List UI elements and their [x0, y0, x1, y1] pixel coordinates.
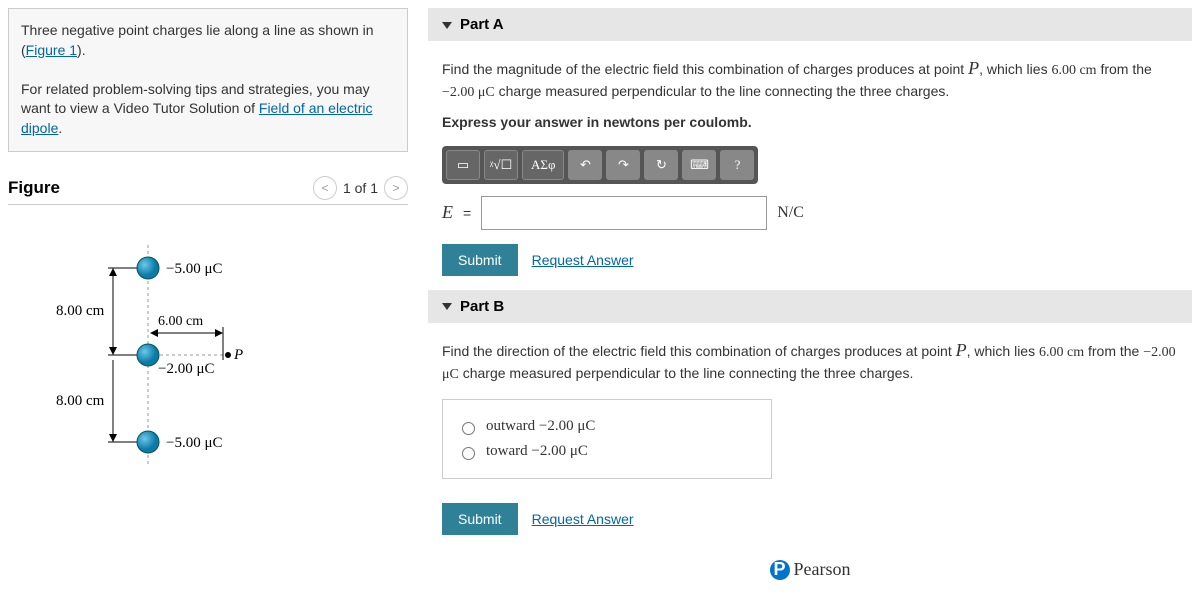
part-b-question: Find the direction of the electric field…	[442, 337, 1178, 386]
greek-tool[interactable]: ΑΣφ	[522, 150, 564, 180]
figure-next[interactable]: >	[384, 176, 408, 200]
footer: PPearson	[428, 549, 1192, 590]
request-answer-link[interactable]: Request Answer	[532, 252, 634, 268]
svg-text:8.00 cm: 8.00 cm	[56, 303, 105, 319]
option-toward[interactable]: toward −2.00 μC	[457, 439, 757, 464]
figure-counter: 1 of 1	[343, 180, 378, 196]
svg-text:−5.00 μC: −5.00 μC	[166, 261, 223, 277]
figure-link[interactable]: Figure 1	[26, 42, 77, 58]
equation-toolbar: ▭ ᵡ√☐ ΑΣφ ↶ ↷ ↻ ⌨ ?	[442, 146, 758, 184]
reset-tool[interactable]: ↻	[644, 150, 678, 180]
svg-text:6.00 cm: 6.00 cm	[158, 314, 203, 329]
submit-button[interactable]: Submit	[442, 244, 518, 276]
svg-text:−2.00 μC: −2.00 μC	[158, 361, 215, 377]
part-a-header[interactable]: Part A	[428, 8, 1192, 41]
figure-title: Figure	[8, 178, 60, 198]
answer-input[interactable]	[481, 196, 767, 230]
answer-unit: N/C	[777, 204, 804, 222]
svg-text:P: P	[233, 347, 243, 363]
help-tool[interactable]: ?	[720, 150, 754, 180]
svg-text:−5.00 μC: −5.00 μC	[166, 435, 223, 451]
collapse-icon	[442, 22, 452, 29]
pearson-logo-icon: P	[770, 560, 790, 580]
part-a-instructions: Express your answer in newtons per coulo…	[442, 114, 1178, 130]
part-a-question: Find the magnitude of the electric field…	[442, 55, 1178, 104]
keyboard-tool[interactable]: ⌨	[682, 150, 716, 180]
template-tool[interactable]: ▭	[446, 150, 480, 180]
sqrt-tool[interactable]: ᵡ√☐	[484, 150, 518, 180]
collapse-icon	[442, 303, 452, 310]
figure-prev[interactable]: <	[313, 176, 337, 200]
answer-variable: E	[442, 202, 453, 223]
radio-toward[interactable]	[462, 447, 475, 460]
figure-diagram: −5.00 μC −2.00 μC −5.00 μC 8.00 cm 8.00 …	[8, 225, 408, 485]
problem-intro: Three negative point charges lie along a…	[8, 8, 408, 152]
svg-text:8.00 cm: 8.00 cm	[56, 393, 105, 409]
redo-tool[interactable]: ↷	[606, 150, 640, 180]
radio-outward[interactable]	[462, 422, 475, 435]
request-answer-link[interactable]: Request Answer	[532, 511, 634, 527]
submit-button[interactable]: Submit	[442, 503, 518, 535]
undo-tool[interactable]: ↶	[568, 150, 602, 180]
part-b-header[interactable]: Part B	[428, 290, 1192, 323]
option-outward[interactable]: outward −2.00 μC	[457, 414, 757, 439]
pearson-brand: Pearson	[794, 559, 851, 579]
options-group: outward −2.00 μC toward −2.00 μC	[442, 399, 772, 479]
